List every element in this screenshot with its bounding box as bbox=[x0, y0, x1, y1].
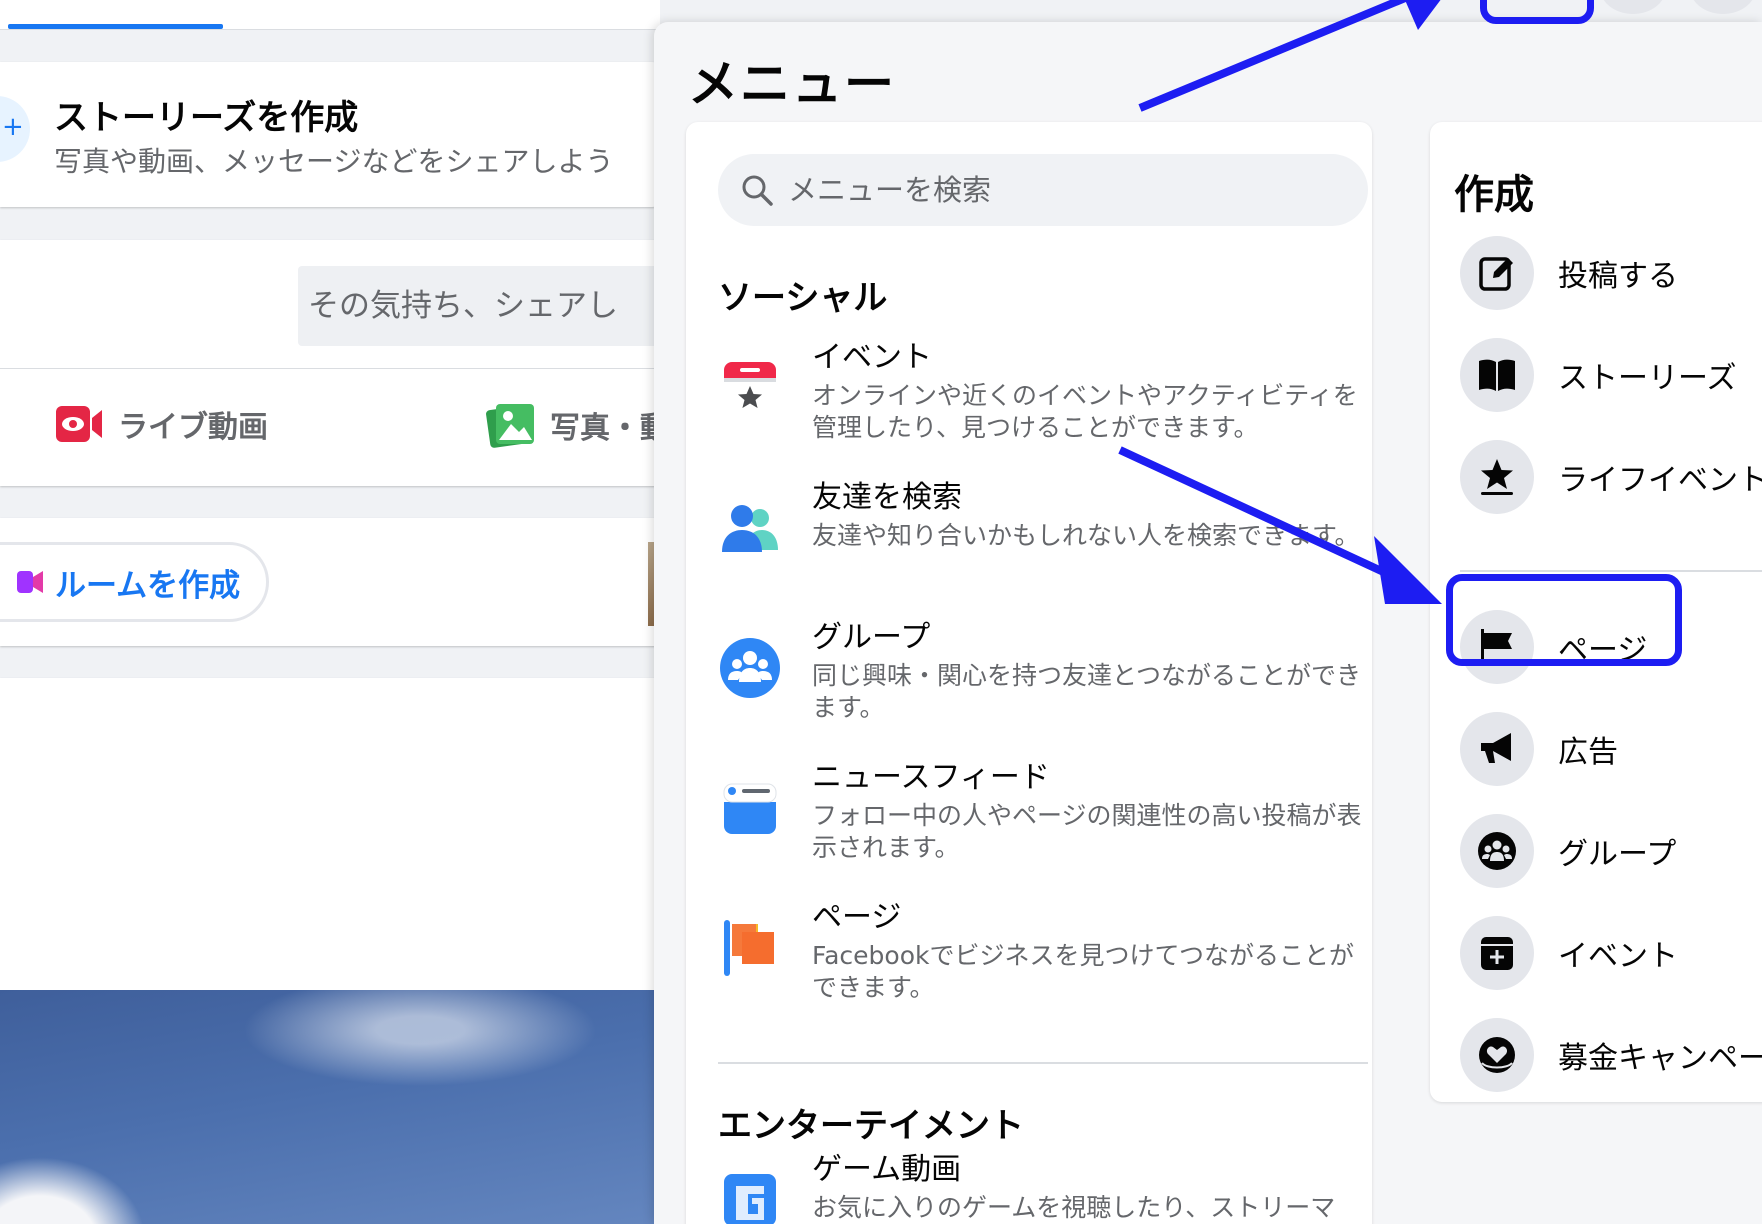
search-icon bbox=[742, 175, 773, 206]
menu-item-groups[interactable]: グループ 同じ興味・関心を持つ友達とつながることができます。 bbox=[718, 620, 1368, 724]
composer-divider bbox=[0, 368, 660, 369]
create-post-button[interactable]: 投稿する bbox=[1460, 236, 1678, 310]
create-story-card[interactable]: + ストーリーズを作成 写真や動画、メッセージなどをシェアしよう bbox=[0, 62, 660, 207]
edit-post-icon bbox=[1479, 257, 1513, 291]
menu-item-pages[interactable]: ページ Facebookでビジネスを見つけてつながることができます。 bbox=[718, 900, 1368, 1004]
photo-icon bbox=[486, 404, 534, 448]
menu-item-name: ゲーム動画 bbox=[812, 1152, 962, 1187]
menu-item-gaming-video[interactable]: ゲーム動画 お気に入りのゲームを視聴したり、ストリーマ bbox=[718, 1152, 1368, 1224]
menu-item-desc: お気に入りのゲームを視聴したり、ストリーマ bbox=[812, 1193, 1336, 1222]
create-room-label: ルームを作成 bbox=[55, 567, 241, 604]
news-feed-icon bbox=[723, 783, 777, 834]
menu-item-name: ページ bbox=[812, 900, 902, 935]
create-item-label: ライフイベント bbox=[1558, 463, 1762, 498]
menu-item-name: グループ bbox=[812, 620, 931, 655]
create-fundraiser-button[interactable]: 募金キャンペーン bbox=[1460, 1018, 1762, 1092]
composer-input[interactable]: その気持ち、シェアし bbox=[298, 266, 660, 346]
create-item-label: 広告 bbox=[1558, 735, 1618, 770]
top-right-nav-circle[interactable] bbox=[1600, 0, 1666, 14]
menu-item-desc: フォロー中の人やページの関連性の高い投稿が表示されます。 bbox=[812, 801, 1362, 862]
active-tab-indicator bbox=[8, 24, 223, 29]
live-video-button[interactable]: ライブ動画 bbox=[54, 402, 268, 446]
create-item-label: 投稿する bbox=[1558, 259, 1678, 294]
create-title: 作成 bbox=[1454, 172, 1534, 218]
create-event-button[interactable]: イベント bbox=[1460, 916, 1678, 990]
fundraiser-heart-icon bbox=[1479, 1037, 1515, 1073]
menu-search-bar[interactable] bbox=[718, 154, 1368, 226]
annotation-highlight-page bbox=[1446, 574, 1682, 666]
photo-video-button[interactable]: 写真・動 bbox=[486, 402, 660, 448]
pages-flag-icon bbox=[724, 920, 774, 976]
live-video-icon bbox=[56, 406, 102, 442]
feed-tab-bar bbox=[0, 0, 660, 30]
menu-item-desc: 同じ興味・関心を持つ友達とつながることができます。 bbox=[812, 661, 1362, 722]
menu-search-input[interactable] bbox=[788, 173, 1348, 207]
news-feed-background: + ストーリーズを作成 写真や動画、メッセージなどをシェアしよう その気持ち、シ… bbox=[0, 0, 660, 1224]
menu-item-events[interactable]: イベント オンラインや近くのイベントやアクティビティを管理したり、見つけることが… bbox=[718, 340, 1368, 444]
photo-video-label: 写真・動 bbox=[550, 411, 660, 446]
groups-icon bbox=[720, 638, 780, 698]
group-icon bbox=[1478, 832, 1516, 870]
annotation-highlight-menu-button bbox=[1480, 0, 1594, 24]
post-photo-sky bbox=[0, 990, 660, 1224]
create-group-button[interactable]: グループ bbox=[1460, 814, 1676, 888]
create-story-title: ストーリーズを作成 bbox=[54, 98, 359, 138]
rooms-card: ルームを作成 bbox=[0, 518, 660, 646]
create-story-subtitle: 写真や動画、メッセージなどをシェアしよう bbox=[54, 145, 614, 178]
menu-item-find-friends[interactable]: 友達を検索 友達や知り合いかもしれない人を検索できます。 bbox=[718, 480, 1368, 560]
megaphone-icon bbox=[1481, 733, 1511, 763]
story-book-icon bbox=[1479, 359, 1515, 391]
add-story-icon[interactable]: + bbox=[0, 96, 30, 162]
create-room-button[interactable]: ルームを作成 bbox=[0, 542, 270, 622]
create-divider bbox=[1460, 570, 1762, 572]
section-title-entertainment: エンターテイメント bbox=[718, 1106, 1024, 1146]
feed-post bbox=[0, 678, 660, 1224]
event-calendar-icon bbox=[724, 362, 776, 416]
create-ad-button[interactable]: 広告 bbox=[1460, 712, 1618, 786]
event-plus-icon bbox=[1481, 937, 1513, 970]
menu-list-column: ソーシャル イベント オンラインや近くのイベントやアクティビティを管理したり、見… bbox=[686, 122, 1372, 1224]
find-friends-icon bbox=[722, 505, 778, 552]
room-video-icon bbox=[17, 571, 43, 593]
create-item-label: イベント bbox=[1558, 939, 1678, 974]
menu-item-desc: Facebookでビジネスを見つけてつながることができます。 bbox=[812, 941, 1354, 1002]
create-item-label: 募金キャンペーン bbox=[1558, 1041, 1762, 1076]
top-right-nav-circle-2[interactable] bbox=[1690, 0, 1756, 14]
create-item-label: ストーリーズ bbox=[1558, 361, 1737, 396]
menu-item-name: イベント bbox=[812, 340, 932, 375]
menu-item-news-feed[interactable]: ニュースフィード フォロー中の人やページの関連性の高い投稿が表示されます。 bbox=[718, 760, 1368, 864]
life-event-star-icon bbox=[1481, 459, 1513, 495]
section-divider bbox=[718, 1062, 1368, 1064]
live-video-label: ライブ動画 bbox=[118, 410, 268, 445]
menu-item-name: 友達を検索 bbox=[812, 480, 962, 515]
post-composer: その気持ち、シェアし ライブ動画 写真・動 bbox=[0, 240, 660, 486]
create-story-button[interactable]: ストーリーズ bbox=[1460, 338, 1737, 412]
menu-item-desc: 友達や知り合いかもしれない人を検索できます。 bbox=[812, 521, 1360, 550]
menu-item-desc: オンラインや近くのイベントやアクティビティを管理したり、見つけることができます。 bbox=[812, 381, 1358, 442]
create-life-event-button[interactable]: ライフイベント bbox=[1460, 440, 1762, 514]
create-item-label: グループ bbox=[1558, 837, 1677, 872]
section-title-social: ソーシャル bbox=[718, 278, 888, 318]
gaming-video-icon bbox=[724, 1174, 776, 1224]
menu-item-name: ニュースフィード bbox=[812, 760, 1050, 795]
menu-title: メニュー bbox=[688, 55, 896, 113]
